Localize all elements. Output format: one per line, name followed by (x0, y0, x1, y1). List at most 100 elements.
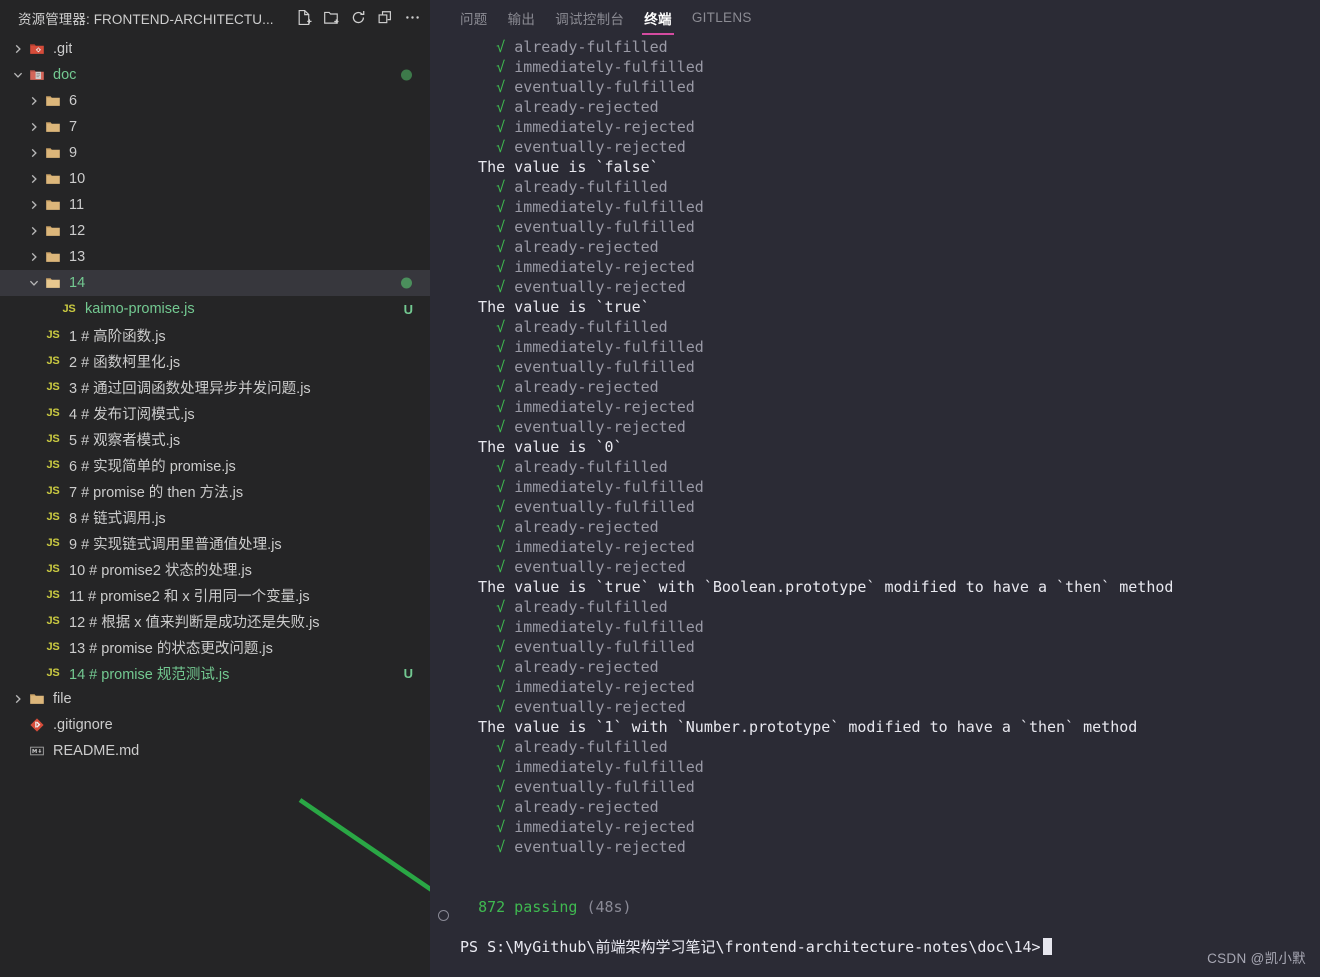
folder-icon (46, 226, 60, 236)
chevron-down-icon[interactable] (26, 270, 42, 296)
terminal-test-line: √ eventually-rejected (496, 838, 686, 856)
tree-row[interactable]: .git (0, 36, 430, 62)
terminal-viewport[interactable]: √ already-fulfilled √ immediately-fulfil… (430, 35, 1320, 977)
new-folder-icon[interactable] (321, 8, 341, 28)
tree-row[interactable]: JS 9 # 实现链式调用里普通值处理.js (0, 530, 430, 556)
tree-row[interactable]: JS 2 # 函数柯里化.js (0, 348, 430, 374)
file-type-icon: JS (42, 433, 64, 445)
chevron-right-icon[interactable] (26, 88, 42, 114)
chevron-right-icon[interactable] (26, 166, 42, 192)
tree-row[interactable]: JS 7 # promise 的 then 方法.js (0, 478, 430, 504)
tree-row[interactable]: .gitignore (0, 712, 430, 738)
tree-row[interactable]: JS 4 # 发布订阅模式.js (0, 400, 430, 426)
file-type-icon: JS (42, 407, 64, 419)
collapse-all-icon[interactable] (375, 8, 395, 28)
tree-row-label: 9 (69, 145, 78, 161)
chevron-right-icon[interactable] (26, 140, 42, 166)
file-type-icon: JS (42, 459, 64, 471)
panel-tab[interactable]: 调试控制台 (545, 0, 634, 35)
tree-row-label: 6 # 实现简单的 promise.js (69, 458, 236, 475)
tree-row[interactable]: doc (0, 62, 430, 88)
chevron-right-icon[interactable] (26, 192, 42, 218)
explorer-header: 资源管理器: FRONTEND-ARCHITECTU... (0, 0, 430, 35)
terminal-test-line: √ already-rejected (496, 798, 659, 816)
file-type-icon (42, 119, 64, 135)
watermark: CSDN @凯小默 (1207, 951, 1306, 966)
tree-row[interactable]: JS kaimo-promise.js U (0, 296, 430, 322)
tree-row[interactable]: JS 1 # 高阶函数.js (0, 322, 430, 348)
doc-folder-icon (30, 70, 44, 80)
more-actions-icon[interactable] (402, 8, 422, 28)
tree-row[interactable]: JS 5 # 观察者模式.js (0, 426, 430, 452)
folder-open-icon (46, 278, 60, 288)
tree-row[interactable]: 10 (0, 166, 430, 192)
file-type-icon (42, 171, 64, 187)
tree-row-label: file (53, 691, 72, 707)
panel-tab-bar[interactable]: 问题 输出 调试控制台 终端 GITLENS (430, 0, 1320, 35)
git-status-badge: U (403, 665, 413, 681)
tree-row[interactable]: file (0, 686, 430, 712)
file-type-icon: JS (42, 329, 64, 341)
chevron-right-icon[interactable] (26, 114, 42, 140)
tree-row-label: 11 # promise2 和 x 引用同一个变量.js (69, 588, 310, 605)
panel-tab[interactable]: 终端 (634, 0, 682, 35)
terminal-test-line: √ immediately-rejected (496, 118, 695, 136)
file-type-icon: JS (42, 355, 64, 367)
folder-icon (30, 694, 44, 704)
tree-row[interactable]: 12 (0, 218, 430, 244)
file-type-icon: JS (42, 615, 64, 627)
tree-row[interactable]: 13 (0, 244, 430, 270)
tree-row[interactable]: 14 (0, 270, 430, 296)
tree-row[interactable]: 6 (0, 88, 430, 114)
command-decoration-icon[interactable] (438, 910, 449, 921)
terminal-suite-heading: The value is `0` (460, 438, 623, 456)
file-tree[interactable]: .git doc 6 7 9 10 11 12 13 14 JS kaimo-promise.js U J… (0, 35, 430, 764)
terminal-test-line: √ immediately-fulfilled (496, 198, 704, 216)
chevron-down-icon[interactable] (10, 62, 26, 88)
folder-change-dot (401, 69, 412, 81)
tree-row[interactable]: README.md (0, 738, 430, 764)
tree-row[interactable]: JS 12 # 根据 x 值来判断是成功还是失败.js (0, 608, 430, 634)
panel-tab[interactable]: 问题 (450, 0, 498, 35)
js-file-icon: JS (46, 355, 60, 367)
chevron-right-icon[interactable] (10, 36, 26, 62)
tree-row[interactable]: 7 (0, 114, 430, 140)
tree-row[interactable]: JS 14 # promise 规范测试.js U (0, 660, 430, 686)
chevron-right-icon[interactable] (26, 218, 42, 244)
panel-tab[interactable]: 输出 (498, 0, 546, 35)
tree-row[interactable]: JS 6 # 实现简单的 promise.js (0, 452, 430, 478)
file-type-icon: JS (42, 563, 64, 575)
terminal-test-line: √ immediately-rejected (496, 678, 695, 696)
tree-row[interactable]: JS 13 # promise 的状态更改问题.js (0, 634, 430, 660)
terminal-suite-heading: The value is `true` with `Boolean.protot… (460, 578, 1174, 596)
js-file-icon: JS (46, 485, 60, 497)
tree-row-label: 7 # promise 的 then 方法.js (69, 484, 244, 501)
tree-row[interactable]: JS 10 # promise2 状态的处理.js (0, 556, 430, 582)
chevron-right-icon[interactable] (10, 686, 26, 712)
file-type-icon (42, 223, 64, 239)
js-file-icon: JS (46, 459, 60, 471)
panel-tab[interactable]: GITLENS (682, 0, 762, 35)
panel-tab-label: 调试控制台 (555, 11, 625, 27)
tree-row-label: 5 # 观察者模式.js (69, 432, 181, 449)
new-file-icon[interactable] (294, 8, 314, 28)
file-type-icon (26, 691, 48, 707)
file-type-icon: JS (42, 511, 64, 523)
chevron-right-icon[interactable] (26, 244, 42, 270)
tree-row[interactable]: 11 (0, 192, 430, 218)
tree-row[interactable]: JS 11 # promise2 和 x 引用同一个变量.js (0, 582, 430, 608)
explorer-sidebar: 资源管理器: FRONTEND-ARCHITECTU... .git doc 6… (0, 0, 430, 977)
terminal-test-line: √ eventually-fulfilled (496, 78, 695, 96)
tree-row-label: 14 # promise 规范测试.js (69, 666, 230, 683)
file-type-icon: JS (42, 667, 64, 679)
terminal-test-line: √ already-fulfilled (496, 38, 668, 56)
tree-row-label: .git (53, 41, 73, 57)
terminal-test-line: √ immediately-rejected (496, 258, 695, 276)
terminal-test-line: √ immediately-fulfilled (496, 618, 704, 636)
terminal-test-line: √ already-fulfilled (496, 318, 668, 336)
tree-row[interactable]: JS 8 # 链式调用.js (0, 504, 430, 530)
tree-row[interactable]: JS 3 # 通过回调函数处理异步并发问题.js (0, 374, 430, 400)
terminal-test-line: √ immediately-rejected (496, 818, 695, 836)
refresh-icon[interactable] (348, 8, 368, 28)
tree-row[interactable]: 9 (0, 140, 430, 166)
